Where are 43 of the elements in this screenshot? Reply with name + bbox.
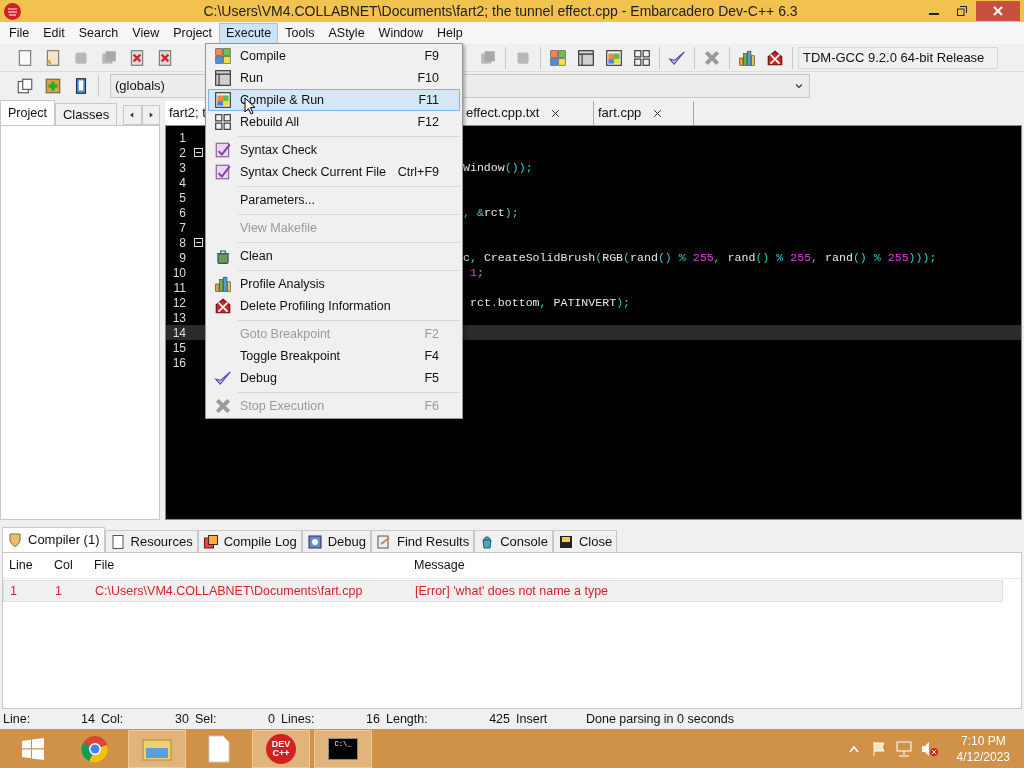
line-number: 7 [178,219,186,237]
code-line: Window()); [463,159,533,176]
status-value: 425 [489,710,510,728]
line-number: 8 [178,234,186,252]
code-line: c, CreateSolidBrush(RGB(rand() % 255, rand() % 255, rand() % 255))); [463,249,937,266]
line-number: 10 [171,264,186,282]
code-line: , &rct); [463,204,519,221]
column-header: Line [8,557,34,575]
status-label: Col: [101,710,124,728]
line-number: 14 [171,324,186,342]
line-number: 5 [178,189,186,207]
column-header: Col [53,557,74,575]
status-message: Done parsing in 0 seconds [585,710,734,728]
table-cell-text: C:\Users\VM4.COLLABNET\Documents\fart.cpp [94,582,364,600]
table-cell-text: [Error] 'what' does not name a type [414,582,610,600]
table-cell-text: 1 [9,582,18,600]
status-label: Sel: [195,710,217,728]
window-title: C:\Users\VM4.COLLABNET\Documents\fart2; the tunnel effect.cpp - Embarcadero Dev-C++ 6.3 [202,1,799,21]
status-label: Length: [386,710,428,728]
column-header: Message [413,557,466,575]
line-number: 6 [178,204,186,222]
line-number: 2 [178,144,186,162]
line-number: 4 [178,174,186,192]
code-line: 1; [468,264,484,281]
line-number: 15 [171,339,186,357]
status-value: 14 [81,710,95,728]
line-number: 12 [171,294,186,312]
edit-mode: Insert [515,710,549,728]
app-logo: DEV C++ [266,733,296,764]
status-value: 16 [366,710,380,728]
line-number: 3 [178,159,186,177]
column-header: File [93,557,116,575]
line-number: 13 [171,309,186,327]
status-value: 0 [268,710,275,728]
line-number: 1 [178,129,186,147]
status-label: Lines: [281,710,315,728]
code-line: rct.bottom, PATINVERT); [468,294,631,311]
status-label: Line: [3,710,31,728]
line-number: 16 [171,354,186,372]
line-number: 9 [178,249,186,267]
table-cell-text: 1 [54,582,63,600]
line-number: 11 [172,279,186,297]
status-value: 30 [175,710,189,728]
